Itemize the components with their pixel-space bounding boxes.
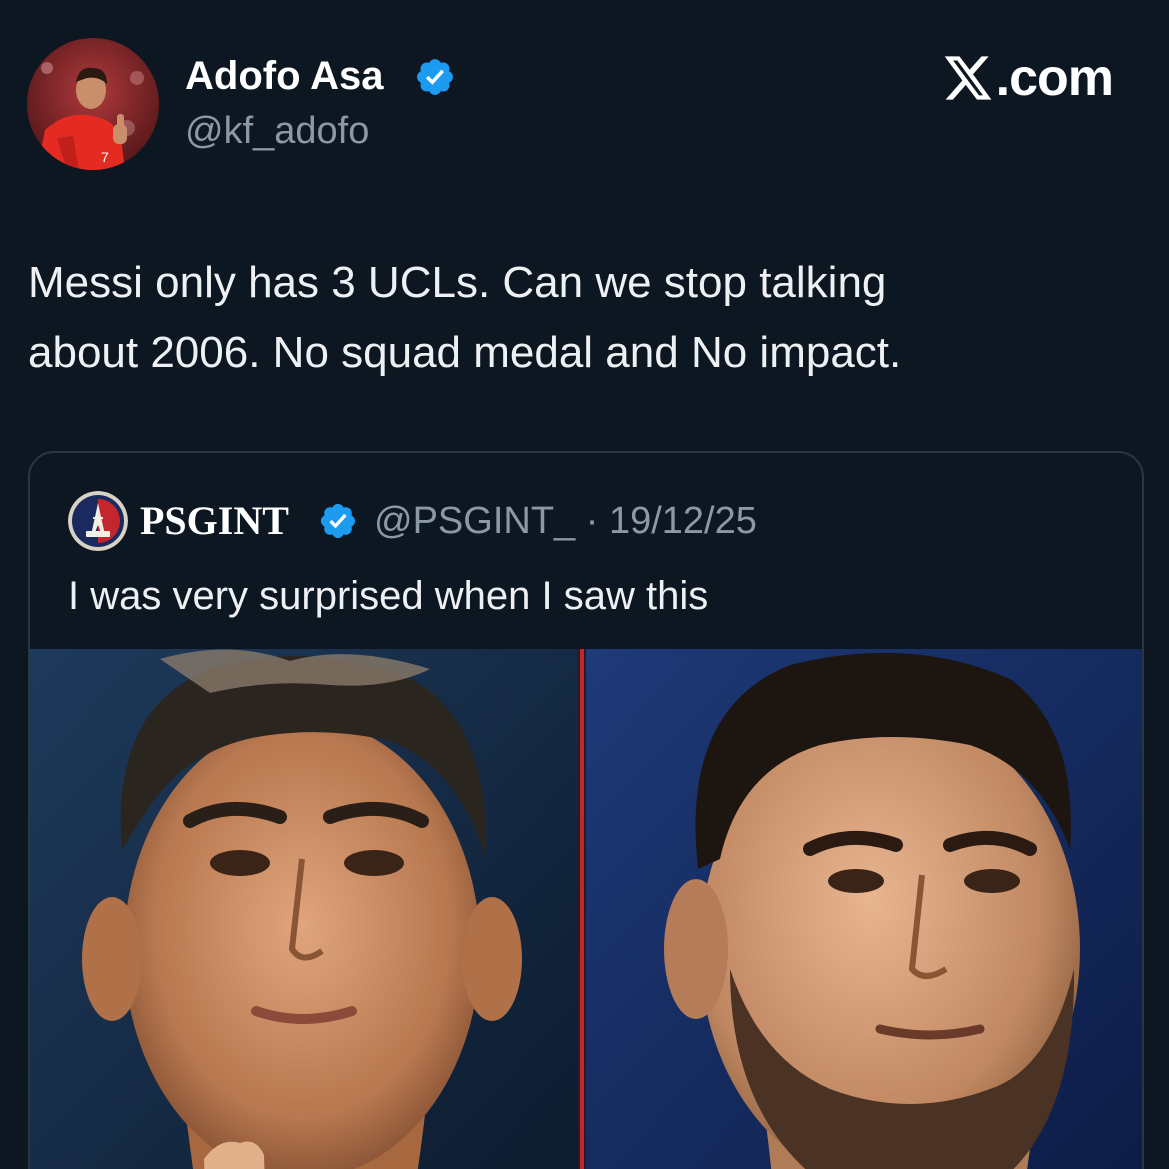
x-brand-logo: .com — [942, 49, 1114, 107]
quote-author-avatar[interactable] — [68, 491, 128, 551]
quoted-post-card[interactable]: PSGINT @PSGINT_ · 19/12/25 I was very su… — [28, 451, 1144, 1169]
post-text-line: about 2006. No squad medal and No impact… — [28, 328, 902, 377]
author-handle[interactable]: @kf_adofo — [185, 108, 369, 154]
image-divider-line — [580, 649, 584, 1169]
x-logo-icon — [944, 56, 992, 100]
svg-text:7: 7 — [101, 149, 109, 165]
screenshot-page: 7 Adofo Asa @kf_adofo .com Messi only ha… — [0, 0, 1169, 1169]
quote-media-image[interactable] — [30, 649, 1142, 1169]
post-text: Messi only has 3 UCLs. Can we stop talki… — [28, 248, 1128, 388]
quote-author-name[interactable]: PSGINT — [140, 497, 289, 545]
photo-comparison-image — [30, 649, 1142, 1169]
author-name[interactable]: Adofo Asa — [185, 52, 384, 100]
verified-badge-icon — [417, 59, 453, 95]
brand-domain-text: .com — [995, 49, 1114, 107]
quote-text: I was very surprised when I saw this — [68, 574, 709, 618]
verified-badge-icon — [320, 503, 356, 539]
quote-handle-date[interactable]: @PSGINT_ · 19/12/25 — [374, 497, 757, 545]
author-avatar[interactable]: 7 — [27, 38, 159, 170]
avatar-photo: 7 — [27, 38, 159, 170]
psg-crest-icon — [68, 491, 128, 551]
post-text-line: Messi only has 3 UCLs. Can we stop talki… — [28, 258, 887, 307]
